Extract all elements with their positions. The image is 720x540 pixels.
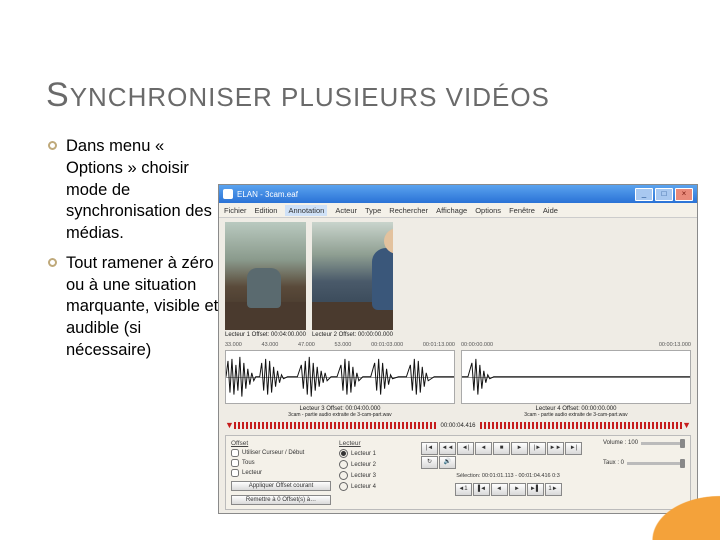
transport-button[interactable]: ◄| [457, 442, 474, 455]
app-screenshot: ELAN - 3cam.eaf _ □ × Fichier Edition An… [218, 184, 698, 514]
transport-button[interactable]: ◄ [491, 483, 508, 496]
offset-option[interactable]: Lecteur [231, 469, 331, 477]
waveform-caption: Lecteur 3 Offset: 00:04:00.0003cam - par… [225, 406, 455, 418]
menu-item[interactable]: Options [475, 206, 501, 215]
transport-button[interactable]: |► [529, 442, 546, 455]
menu-item[interactable]: Acteur [335, 206, 357, 215]
bullet-list: Dans menu « Options » choisir mode de sy… [46, 136, 220, 370]
selection-readout: Sélection: 00:01:01.113 - 00:01:04.416 0… [421, 473, 595, 479]
menu-item[interactable]: Affichage [436, 206, 467, 215]
transport-button[interactable]: ↻ [421, 456, 438, 469]
transport-row: |◄ ◄◄ ◄| ◄ ■ ► |► ►► ►| ↻ 🔊 [421, 442, 595, 469]
volume-slider[interactable]: Volume : 100 [603, 440, 685, 446]
transport-row-2: ◄1 ▐◄ ◄ ► ►▌ 1► [421, 483, 595, 496]
menu-item[interactable]: Edition [255, 206, 278, 215]
menu-item[interactable]: Rechercher [389, 206, 428, 215]
player-header: Lecteur [339, 440, 413, 447]
bullet-item: Tout ramener à zéro ou à une situation m… [46, 253, 220, 362]
close-button[interactable]: × [675, 188, 693, 201]
window-titlebar: ELAN - 3cam.eaf _ □ × [219, 185, 697, 203]
transport-button[interactable]: ►▌ [527, 483, 544, 496]
time-ruler[interactable]: ▼ 00:00:04.416 ▼ [225, 420, 691, 431]
minimize-button[interactable]: _ [635, 188, 653, 201]
waveform-2[interactable] [461, 350, 691, 404]
menu-item[interactable]: Annotation [285, 205, 327, 216]
offset-option[interactable]: Tous [231, 459, 331, 467]
menubar[interactable]: Fichier Edition Annotation Acteur Type R… [219, 203, 697, 218]
transport-button[interactable]: |◄ [421, 442, 438, 455]
menu-item[interactable]: Fenêtre [509, 206, 535, 215]
transport-button[interactable]: ►| [565, 442, 582, 455]
ruler-marker-icon: ▼ [225, 421, 234, 430]
transport-button[interactable]: ►► [547, 442, 564, 455]
offset-header: Offset [231, 440, 331, 447]
ruler-time: 00:00:04.416 [440, 423, 475, 429]
video-player-1[interactable]: Lecteur 1 Offset: 00:04:00.000 [225, 222, 306, 338]
player-radio[interactable]: Lecteur 2 [339, 460, 413, 469]
transport-button[interactable]: ► [511, 442, 528, 455]
ruler-marker-icon: ▼ [682, 421, 691, 430]
corner-decoration [634, 484, 720, 540]
player-radio[interactable]: Lecteur 3 [339, 471, 413, 480]
transport-button[interactable]: 🔊 [439, 456, 456, 469]
maximize-button[interactable]: □ [655, 188, 673, 201]
waveform-caption: Lecteur 4 Offset: 00:00:00.0003cam - par… [461, 406, 691, 418]
menu-item[interactable]: Fichier [224, 206, 247, 215]
waveform-axis-left: 33.00043.00047.00053.00000:01:03.00000:0… [225, 342, 455, 348]
reset-offset-button[interactable]: Remettre à 0 Offset(s) à… [231, 495, 331, 505]
player-radio[interactable]: Lecteur 1 [339, 449, 413, 458]
offset-option[interactable]: Utiliser Curseur / Début [231, 449, 331, 457]
rate-slider[interactable]: Taux : 0 [603, 460, 685, 466]
video-caption: Lecteur 1 Offset: 00:04:00.000 [225, 332, 306, 338]
waveform-1[interactable] [225, 350, 455, 404]
transport-button[interactable]: ◄◄ [439, 442, 456, 455]
transport-button[interactable]: ◄1 [455, 483, 472, 496]
app-icon [223, 189, 233, 199]
transport-button[interactable]: ■ [493, 442, 510, 455]
apply-offset-button[interactable]: Appliquer Offset courant [231, 481, 331, 491]
control-panel: Offset Utiliser Curseur / Début Tous Lec… [225, 435, 691, 510]
window-title: ELAN - 3cam.eaf [237, 190, 298, 199]
transport-button[interactable]: ► [509, 483, 526, 496]
transport-button[interactable]: 1► [545, 483, 562, 496]
menu-item[interactable]: Aide [543, 206, 558, 215]
transport-button[interactable]: ▐◄ [473, 483, 490, 496]
bullet-item: Dans menu « Options » choisir mode de sy… [46, 136, 220, 245]
video-caption: Lecteur 2 Offset: 00:00:00.000 [312, 332, 393, 338]
waveform-axis-right: 00:00:00.00000:00:13.000 [461, 342, 691, 348]
transport-button[interactable]: ◄ [475, 442, 492, 455]
slide-title: Synchroniser plusieurs vidéos [46, 76, 550, 115]
player-radio[interactable]: Lecteur 4 [339, 482, 413, 491]
video-player-2[interactable]: Lecteur 2 Offset: 00:00:00.000 [312, 222, 393, 338]
menu-item[interactable]: Type [365, 206, 381, 215]
